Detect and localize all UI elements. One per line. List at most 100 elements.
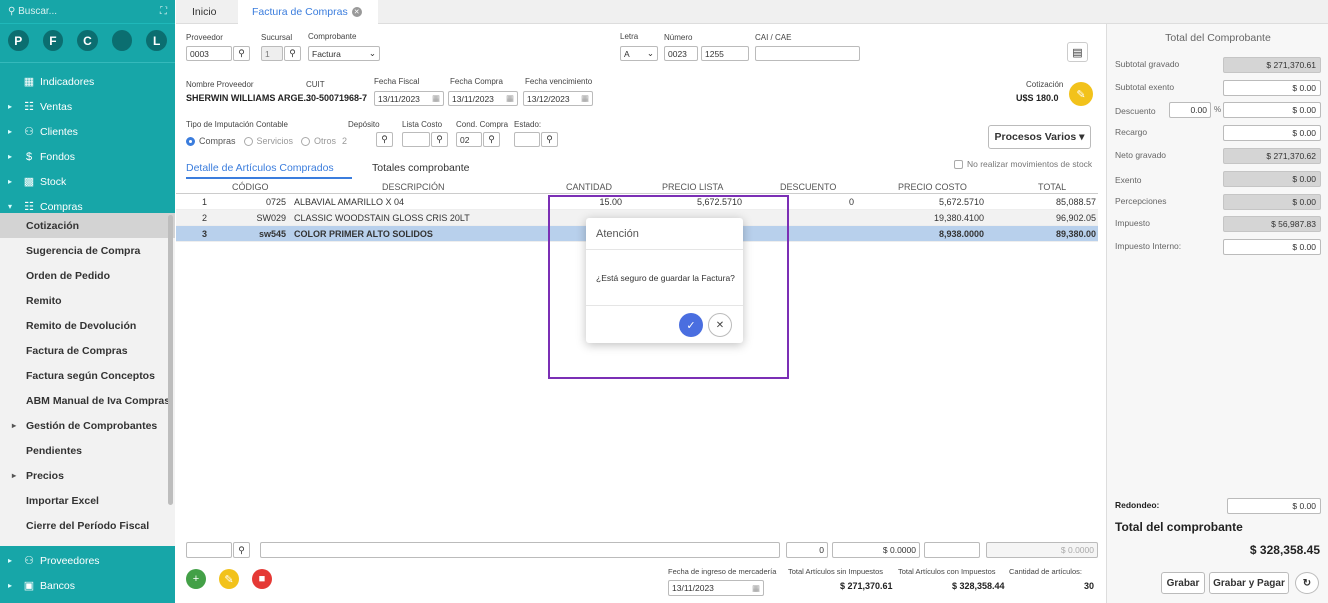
numero-punto-input[interactable]: 0023	[664, 46, 698, 61]
fecha-venc-input[interactable]: 13/12/2023 ▦	[523, 91, 593, 106]
header-descuento: DESCUENTO	[780, 181, 837, 192]
radio-servicios[interactable]	[243, 136, 253, 146]
footer-price-input[interactable]: $ 0.0000	[832, 542, 920, 558]
box-icon: ▩	[23, 176, 35, 188]
subtab-detalle[interactable]: Detalle de Artículos Comprados	[186, 162, 352, 179]
radio-label: Servicios	[256, 136, 294, 146]
comprobante-label: Comprobante	[308, 32, 357, 41]
no-stock-checkbox[interactable]: No realizar movimientos de stock	[954, 159, 1092, 169]
dollar-icon: $	[25, 150, 33, 163]
cond-compra-input[interactable]: 02	[456, 132, 482, 147]
grabar-button[interactable]: Grabar	[1161, 572, 1205, 594]
submenu-item[interactable]: Sugerencia de Compra	[0, 238, 175, 263]
sidebar-bottom: ▸ ⚇ Proveedores ▸ ▣ Bancos	[0, 548, 175, 603]
procesos-varios-button[interactable]: Procesos Varios ▾	[988, 125, 1091, 149]
confirm-check-icon[interactable]: ✓	[679, 313, 703, 337]
comprobante-select[interactable]: Factura ⌄	[308, 46, 380, 61]
sidebar-item-indicadores[interactable]: ▦ Indicadores	[0, 69, 175, 94]
impuesto-interno-row: Impuesto Interno: $ 0.00	[1115, 239, 1321, 255]
sidebar-item-fondos[interactable]: ▸ $ Fondos	[0, 144, 175, 169]
submenu-item[interactable]: ▸ Gestión de Comprobantes	[0, 413, 175, 438]
search-input[interactable]: Buscar...	[18, 6, 57, 17]
checkbox-icon[interactable]	[954, 159, 963, 169]
letra-select[interactable]: A ⌄	[620, 46, 658, 61]
impuesto-interno-value[interactable]: $ 0.00	[1223, 239, 1321, 255]
edit-icon[interactable]: ✎	[219, 569, 239, 589]
sidebar-item-stock[interactable]: ▸ ▩ Stock	[0, 169, 175, 194]
dialog-title: Atención	[586, 218, 743, 250]
numero-input[interactable]: 1255	[701, 46, 749, 61]
redondeo-value[interactable]: $ 0.00	[1227, 498, 1321, 514]
neto-row: Neto gravado $ 271,370.62	[1115, 148, 1321, 164]
search-icon[interactable]: ⚲	[233, 542, 250, 558]
sucursal-input[interactable]: 1	[261, 46, 283, 61]
descuento-value[interactable]: $ 0.00	[1223, 102, 1321, 118]
descuento-pct-input[interactable]: 0.00	[1169, 102, 1211, 118]
refresh-icon[interactable]: ↻	[1295, 572, 1319, 594]
sidebar-item-ventas[interactable]: ▸ ☷ Ventas	[0, 94, 175, 119]
subtotal-exento-value[interactable]: $ 0.00	[1223, 80, 1321, 96]
submenu-item[interactable]: Importar Excel	[0, 488, 175, 513]
submenu-item[interactable]: Cierre del Período Fiscal	[0, 513, 175, 538]
tab-inicio[interactable]: Inicio	[192, 0, 217, 24]
footer-disc-input[interactable]	[924, 542, 980, 558]
row-label: Subtotal exento	[1115, 82, 1175, 92]
submenu-item[interactable]: Factura según Conceptos	[0, 363, 175, 388]
submenu-item[interactable]: ABM Manual de Iva Compras	[0, 388, 175, 413]
footer-qty-input[interactable]: 0	[786, 542, 828, 558]
avatar-l[interactable]: L	[146, 30, 167, 51]
submenu-item[interactable]: Orden de Pedido	[0, 263, 175, 288]
add-icon[interactable]: +	[186, 569, 206, 589]
lista-costo-input[interactable]	[402, 132, 430, 147]
calendar-icon[interactable]: ▦	[506, 93, 514, 104]
grabar-pagar-button[interactable]: Grabar y Pagar	[1209, 572, 1289, 594]
radio-compras[interactable]	[186, 136, 195, 146]
search-icon[interactable]: ⚲	[284, 46, 301, 61]
cantidad-value: 30	[1084, 581, 1095, 591]
search-icon[interactable]: ⚲	[541, 132, 558, 147]
search-icon[interactable]: ⚲	[483, 132, 500, 147]
search-icon[interactable]: ⚲	[431, 132, 448, 147]
avatar-blank[interactable]	[111, 30, 133, 51]
chart-icon: ▦	[23, 76, 35, 88]
sidebar-scrollbar[interactable]	[168, 215, 173, 505]
submenu-item[interactable]: Pendientes	[0, 438, 175, 463]
calendar-icon[interactable]: ▦	[432, 93, 440, 104]
calendar-icon[interactable]: ▦	[752, 583, 760, 594]
sidebar-item-clientes[interactable]: ▸ ⚇ Clientes	[0, 119, 175, 144]
subtab-totales[interactable]: Totales comprobante	[372, 162, 469, 174]
close-icon[interactable]: ✕	[351, 7, 362, 17]
footer-code-input[interactable]	[186, 542, 232, 558]
recargo-value[interactable]: $ 0.00	[1223, 125, 1321, 141]
document-icon[interactable]: ▤	[1067, 42, 1088, 62]
estado-input[interactable]	[514, 132, 540, 147]
avatar-f[interactable]: F	[42, 30, 64, 51]
cancel-close-icon[interactable]: ✕	[708, 313, 732, 337]
sidebar-item-bancos[interactable]: ▸ ▣ Bancos	[0, 573, 175, 598]
fecha-ingreso-input[interactable]: 13/11/2023 ▦	[668, 580, 764, 596]
cai-input[interactable]	[755, 46, 860, 61]
sidebar-search[interactable]: ⚲ Buscar... ⛶	[0, 0, 175, 24]
con-imp-value: $ 328,358.44	[952, 581, 1005, 591]
submenu-item[interactable]: Cotización	[0, 213, 175, 238]
search-icon[interactable]: ⚲	[376, 132, 393, 147]
expand-icon[interactable]: ⛶	[160, 6, 167, 17]
submenu-item[interactable]: Remito de Devolución	[0, 313, 175, 338]
search-icon[interactable]: ⚲	[233, 46, 250, 61]
sidebar-item-proveedores[interactable]: ▸ ⚇ Proveedores	[0, 548, 175, 573]
calendar-icon[interactable]: ▦	[581, 93, 589, 104]
tab-factura[interactable]: Factura de Compras ✕	[238, 0, 378, 24]
radio-otros[interactable]	[301, 136, 311, 146]
footer-desc-input[interactable]	[260, 542, 780, 558]
proveedor-input[interactable]: 0003	[186, 46, 232, 61]
submenu-item[interactable]: ▸ Precios	[0, 463, 175, 488]
submenu-label: Precios	[26, 469, 64, 482]
fecha-compra-input[interactable]: 13/11/2023 ▦	[448, 91, 518, 106]
fecha-fiscal-input[interactable]: 13/11/2023 ▦	[374, 91, 444, 106]
submenu-item[interactable]: Factura de Compras	[0, 338, 175, 363]
submenu-item[interactable]: Remito	[0, 288, 175, 313]
edit-icon[interactable]: ✎	[1069, 82, 1093, 106]
avatar-c[interactable]: C	[77, 30, 98, 51]
trash-icon[interactable]: ■	[252, 569, 272, 589]
avatar-p[interactable]: P	[8, 30, 29, 51]
